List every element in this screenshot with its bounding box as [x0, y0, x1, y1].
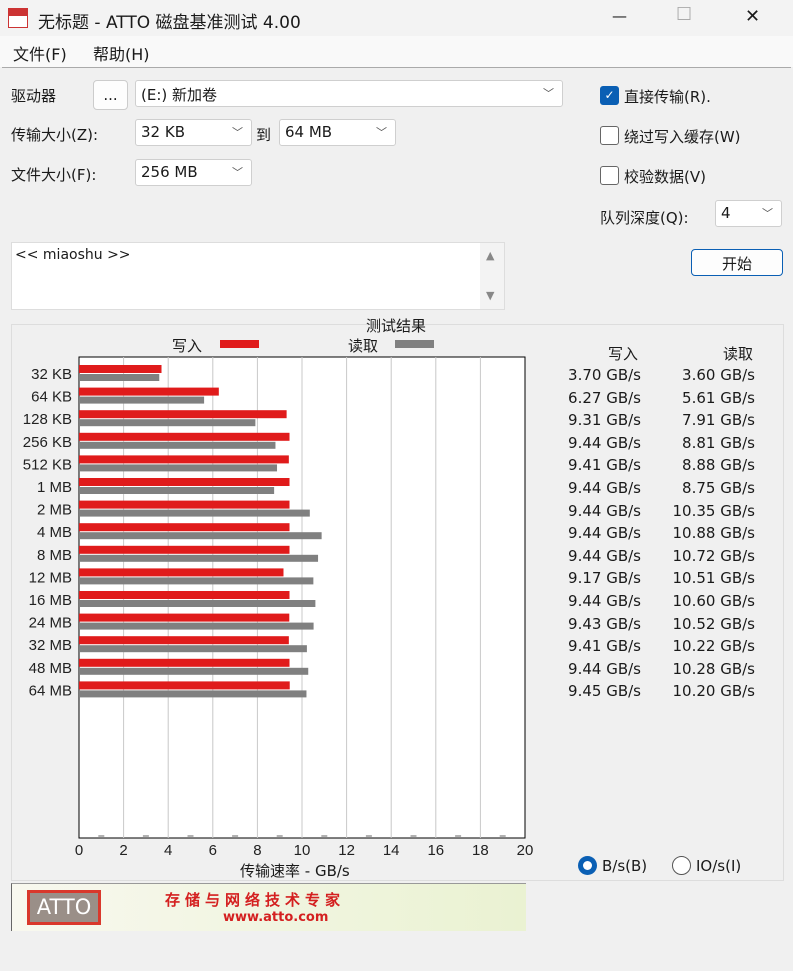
result-write-value: 9.45 GB/s [568, 682, 641, 701]
read-bar [79, 396, 205, 404]
result-write-value: 3.70 GB/s [568, 366, 641, 384]
y-tick-label: 128 KB [23, 411, 72, 428]
unit-bs-label: B/s(B) [602, 857, 648, 875]
results-chart: 0 2 4 6 8 10 12 14 16 18 20 32 KB 64 KB 128 KB 256 KB 5… [23, 356, 534, 859]
result-read-value: 10.52 GB/s [672, 614, 756, 633]
x-tick-label: 16 [427, 842, 444, 859]
x-tick-label: 8 [253, 842, 261, 859]
result-read-value: 3.60 GB/s [682, 366, 755, 384]
result-read-value: 8.81 GB/s [682, 433, 755, 452]
y-tick-label: 2 MB [37, 502, 72, 519]
result-write-value: 9.31 GB/s [568, 411, 641, 430]
banner-url: www.atto.com [223, 910, 329, 925]
x-tick-label: 20 [517, 842, 534, 859]
write-bar [79, 455, 289, 464]
result-read-value: 10.72 GB/s [672, 546, 756, 565]
y-tick-label: 24 MB [29, 615, 72, 632]
write-bar [79, 432, 290, 441]
y-tick-label: 32 KB [31, 366, 72, 383]
write-bar [79, 681, 290, 690]
y-tick-label: 64 KB [31, 389, 72, 406]
write-bar [79, 591, 290, 599]
result-write-value: 9.44 GB/s [568, 592, 641, 610]
read-bar [79, 577, 314, 585]
write-bar [79, 568, 284, 577]
result-write-value: 9.43 GB/s [568, 614, 641, 633]
write-bar [79, 387, 219, 396]
result-write-value: 9.44 GB/s [568, 501, 641, 520]
read-bar [79, 532, 322, 540]
result-write-value: 9.41 GB/s [568, 637, 641, 656]
x-tick-label: 6 [209, 842, 217, 859]
result-read-value: 10.20 GB/s [672, 682, 756, 701]
write-bar [79, 500, 290, 509]
result-write-value: 6.27 GB/s [568, 388, 641, 407]
x-tick-label: 14 [383, 842, 400, 859]
y-tick-label: 16 MB [29, 592, 72, 609]
col-header-read: 读取 [723, 345, 754, 363]
banner-slogan: 存储与网络技术专家 [165, 891, 346, 909]
unit-ios-radio[interactable] [672, 856, 691, 875]
y-tick-label: 48 MB [29, 660, 72, 677]
read-bar [79, 554, 319, 562]
write-bar [79, 478, 290, 486]
write-bar [79, 658, 290, 667]
atto-banner[interactable]: ATTO 存储与网络技术专家 www.atto.com [11, 883, 526, 931]
read-bar [79, 374, 160, 381]
atto-logo: ATTO [27, 890, 101, 925]
result-read-value: 10.22 GB/s [672, 637, 756, 656]
write-bar [79, 636, 289, 645]
read-bar [79, 441, 276, 449]
write-bar [79, 365, 162, 373]
x-tick-label: 4 [164, 842, 172, 859]
result-write-value: 9.41 GB/s [568, 456, 641, 475]
result-write-value: 9.17 GB/s [568, 569, 641, 588]
x-axis-label: 传输速率 - GB/s [240, 862, 350, 880]
read-bar [79, 667, 309, 675]
col-header-write: 写入 [608, 345, 639, 363]
result-read-value: 10.51 GB/s [672, 569, 756, 588]
y-tick-label: 256 KB [23, 434, 72, 451]
result-read-value: 10.35 GB/s [672, 501, 756, 520]
result-read-value: 5.61 GB/s [682, 388, 755, 407]
result-read-value: 10.60 GB/s [672, 592, 756, 610]
y-tick-label: 64 MB [29, 682, 72, 699]
result-read-value: 10.28 GB/s [672, 659, 756, 678]
read-bar [79, 464, 278, 472]
result-read-value: 8.75 GB/s [682, 479, 755, 497]
x-tick-label: 0 [75, 842, 83, 859]
result-write-value: 9.44 GB/s [568, 524, 641, 543]
write-bar [79, 523, 290, 532]
y-tick-label: 32 MB [29, 637, 72, 654]
unit-ios-label: IO/s(I) [696, 857, 742, 875]
result-write-value: 9.44 GB/s [568, 546, 641, 565]
write-bar [79, 410, 287, 419]
write-bar [79, 613, 290, 622]
x-tick-label: 10 [294, 842, 311, 859]
read-bar [79, 600, 316, 607]
result-read-value: 8.88 GB/s [682, 456, 755, 475]
result-write-value: 9.44 GB/s [568, 659, 641, 678]
read-bar [79, 690, 307, 698]
x-tick-label: 18 [472, 842, 489, 859]
unit-bs-radio[interactable] [578, 856, 597, 875]
result-write-value: 9.44 GB/s [568, 479, 641, 497]
result-read-value: 10.88 GB/s [672, 524, 756, 543]
y-tick-label: 12 MB [29, 569, 72, 586]
y-tick-label: 4 MB [37, 524, 72, 541]
read-bar [79, 487, 275, 494]
x-tick-label: 2 [119, 842, 127, 859]
x-tick-label: 12 [338, 842, 355, 859]
result-read-value: 7.91 GB/s [682, 411, 755, 430]
read-bar [79, 645, 307, 653]
y-tick-label: 1 MB [37, 479, 72, 496]
y-tick-label: 8 MB [37, 547, 72, 564]
read-bar [79, 509, 310, 517]
y-tick-label: 512 KB [23, 456, 72, 473]
write-bar [79, 545, 290, 554]
read-bar [79, 622, 314, 630]
result-write-value: 9.44 GB/s [568, 433, 641, 452]
read-bar [79, 419, 256, 427]
